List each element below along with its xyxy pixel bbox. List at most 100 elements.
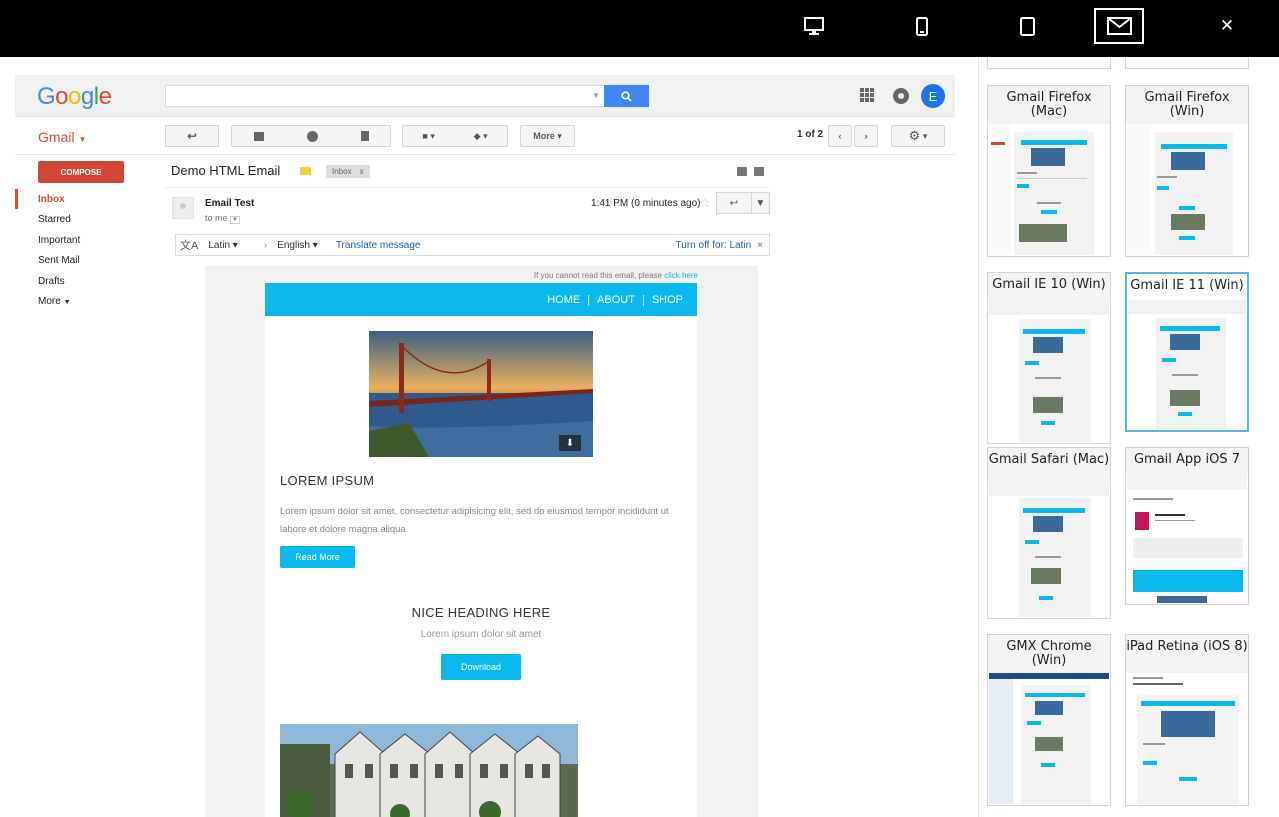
email-nav-shop[interactable]: SHOP <box>652 294 683 306</box>
report-spam-icon[interactable] <box>306 130 318 142</box>
delete-icon[interactable] <box>360 131 369 141</box>
preview-thumbnail[interactable]: Gmail Firefox (Win) <box>1125 85 1249 257</box>
close-icon[interactable]: × <box>757 240 763 251</box>
download-icon[interactable]: ⬇ <box>559 435 581 451</box>
sidebar-item-sent[interactable]: Sent Mail <box>38 255 80 266</box>
download-button[interactable]: Download <box>441 654 521 680</box>
back-button[interactable]: ↩ <box>165 125 219 147</box>
desktop-icon <box>804 17 824 35</box>
archive-icon[interactable] <box>253 131 264 141</box>
search-icon <box>621 90 632 102</box>
sidebar-item-important[interactable]: Important <box>38 235 80 246</box>
reply-icon: ↩ <box>729 197 739 209</box>
apps-grid-icon[interactable] <box>860 88 874 102</box>
new-window-icon[interactable] <box>754 167 764 176</box>
settings-button[interactable]: ⚙ ▾ <box>891 125 945 147</box>
email-nav-about[interactable]: ABOUT <box>597 294 635 306</box>
move-label-group: ■ ▾ ◆ ▾ <box>402 125 508 147</box>
email-nav-home[interactable]: HOME <box>547 294 580 306</box>
label-importance-icon[interactable] <box>300 167 311 175</box>
preview-label: Gmail IE 11 (Win) <box>1127 274 1247 300</box>
email-heading: LOREM IPSUM <box>280 473 375 488</box>
inbox-tag-label: Inbox <box>332 167 352 176</box>
phone-icon <box>916 16 928 36</box>
desktop-view-button[interactable] <box>789 8 839 44</box>
prev-page-button[interactable]: ‹ <box>828 125 852 147</box>
sidebar-item-drafts[interactable]: Drafts <box>38 276 65 287</box>
read-more-button[interactable]: Read More <box>280 546 355 568</box>
nav-separator: | <box>641 293 645 306</box>
view-online-note: If you cannot read this email, please cl… <box>534 271 698 280</box>
reply-button[interactable]: ↩ <box>717 193 752 213</box>
email-preview: Google ▼ E Gmail ▼ ↩ ■ ▾ ◆ ▾ More ▾ 1 of… <box>15 57 977 817</box>
email-nav-bar: HOME | ABOUT | SHOP <box>265 283 697 316</box>
houses-image <box>280 724 578 817</box>
star-icon[interactable]: ☆ <box>699 195 711 211</box>
label-icon[interactable]: ◆ ▾ <box>474 131 488 142</box>
reply-button-group: ↩ ▼ <box>716 192 770 214</box>
email-content: HOME | ABOUT | SHOP ⬇ LOREM IPSUM Lorem … <box>265 283 697 817</box>
view-online-text: If you cannot read this email, please <box>533 271 662 280</box>
gear-icon: ⚙ <box>908 128 921 143</box>
email-view-button[interactable] <box>1094 8 1144 44</box>
message-time: 1:41 PM (0 minutes ago) <box>591 198 701 209</box>
mobile-view-button[interactable] <box>897 8 947 44</box>
more-button[interactable]: More ▾ <box>520 125 575 147</box>
search-button[interactable] <box>604 85 649 107</box>
tablet-view-button[interactable] <box>1002 8 1052 44</box>
notifications-icon[interactable] <box>893 88 909 104</box>
print-icon[interactable] <box>737 167 747 176</box>
avatar[interactable]: E <box>921 84 945 108</box>
more-label: More <box>533 131 555 141</box>
reply-more-button[interactable]: ▼ <box>752 193 769 213</box>
search-input[interactable]: ▼ <box>165 85 605 107</box>
preview-thumbnail-partial[interactable] <box>987 57 1111 69</box>
close-icon: ✕ <box>1219 16 1235 35</box>
turn-off-translate-link[interactable]: Turn off for: Latin <box>676 240 752 251</box>
sidebar-item-inbox[interactable]: Inbox <box>38 194 65 205</box>
message-subject: Demo HTML Email <box>171 163 281 178</box>
preview-thumbnail-partial[interactable] <box>1125 57 1249 69</box>
preview-thumbnail[interactable]: Gmail Safari (Mac) <box>987 447 1111 619</box>
target-language-select[interactable]: English ▾ <box>277 240 318 251</box>
remove-label-icon[interactable]: x <box>360 167 364 176</box>
gmail-brand-menu[interactable]: Gmail ▼ <box>38 129 86 145</box>
translate-bar: 文A Latin ▾ › English ▾ Translate message… <box>175 234 770 256</box>
google-logo: Google <box>37 83 112 110</box>
divider <box>165 187 770 188</box>
translate-icon: 文A <box>180 240 199 252</box>
arrow-right-icon: › <box>263 239 268 251</box>
preview-thumbnail[interactable]: GMX Chrome (Win) <box>987 634 1111 806</box>
top-toolbar: ✕ <box>0 0 1279 57</box>
message-actions <box>737 167 764 176</box>
recipient-details[interactable]: to me ▼ <box>205 213 240 224</box>
close-button[interactable]: ✕ <box>1202 8 1252 44</box>
preview-label: Gmail Firefox (Mac) <box>988 86 1110 124</box>
view-online-link[interactable]: click here <box>664 271 698 280</box>
email-subheading: NICE HEADING HERE <box>411 605 551 620</box>
preview-thumbnail[interactable]: Gmail Firefox (Mac) <box>987 85 1111 257</box>
sidebar-divider <box>978 57 979 817</box>
sidebar-item-starred[interactable]: Starred <box>38 214 71 225</box>
sender-name[interactable]: Email Test <box>205 198 254 209</box>
recipient-label: to me <box>205 213 228 223</box>
compose-button[interactable]: COMPOSE <box>38 161 124 183</box>
preview-label: Gmail IE 10 (Win) <box>988 273 1110 301</box>
email-paragraph: Lorem ipsum dolor sit amet, consectetur … <box>280 506 669 535</box>
preview-thumbnail-selected[interactable]: Gmail IE 11 (Win) <box>1125 272 1249 432</box>
inbox-label-tag[interactable]: Inbox x <box>326 165 370 178</box>
preview-thumbnail[interactable]: iPad Retina (iOS 8) <box>1125 634 1249 806</box>
sidebar-item-more[interactable]: More ▼ <box>38 296 71 307</box>
gmail-header: Google ▼ E <box>15 75 955 117</box>
folder-icon[interactable]: ■ ▾ <box>422 131 434 142</box>
sidebar-more-label: More <box>38 296 61 307</box>
source-language-select[interactable]: Latin ▾ <box>208 240 238 251</box>
preview-thumbnail[interactable]: Gmail App iOS 7 <box>1125 447 1249 605</box>
preview-thumbnail[interactable]: Gmail IE 10 (Win) <box>987 272 1111 444</box>
preview-label: Gmail Safari (Mac) <box>988 448 1110 486</box>
preview-screenshot <box>1127 124 1247 255</box>
chevron-down-icon: ▼ <box>592 91 600 100</box>
next-page-button[interactable]: › <box>854 125 878 147</box>
translate-message-link[interactable]: Translate message <box>336 240 421 251</box>
chevron-down-icon[interactable]: ▼ <box>230 216 240 224</box>
